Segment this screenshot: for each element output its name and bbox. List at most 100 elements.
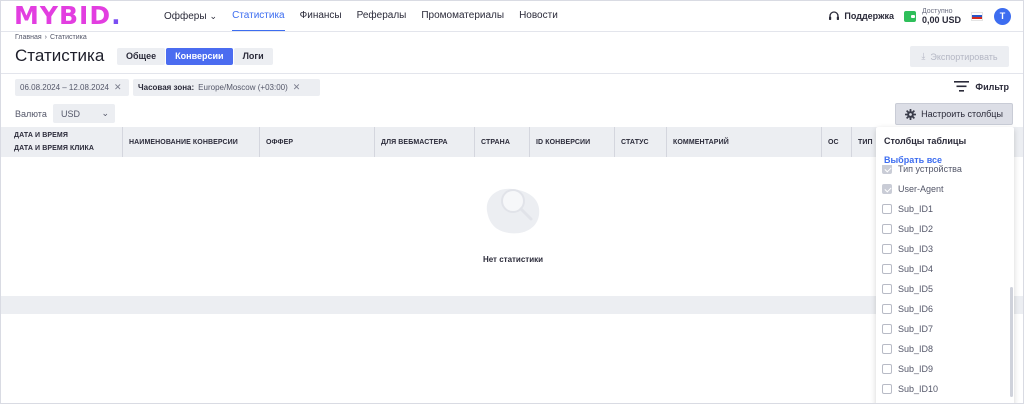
column-header-status[interactable]: СТАТУС xyxy=(615,127,667,157)
column-option-label: Sub_ID10 xyxy=(898,384,939,394)
headset-icon xyxy=(829,11,840,20)
checkbox[interactable] xyxy=(882,344,892,354)
checkbox[interactable] xyxy=(882,204,892,214)
date-range-value: 06.08.2024 – 12.08.2024 xyxy=(20,83,109,92)
column-header-comment[interactable]: КОММЕНТАРИЙ xyxy=(667,127,822,157)
checkbox[interactable] xyxy=(882,304,892,314)
column-header-label: ОФФЕР xyxy=(266,138,294,146)
column-header-label: НАИМЕНОВАНИЕ КОНВЕРСИИ xyxy=(129,138,238,146)
support-link[interactable]: Поддержка xyxy=(828,10,894,22)
column-option-sub-id6[interactable]: Sub_ID6 xyxy=(882,303,933,315)
checkbox[interactable] xyxy=(882,324,892,334)
column-header-for-webmaster[interactable]: ДЛЯ ВЕБМАСТЕРА xyxy=(375,127,475,157)
columns-dropdown: Столбцы таблицы Выбрать все Тип устройст… xyxy=(876,127,1014,403)
column-option-label: Sub_ID6 xyxy=(898,304,934,314)
timezone-value: Europe/Moscow (+03:00) xyxy=(198,83,288,92)
configure-columns-label: Настроить столбцы xyxy=(921,109,1003,119)
checkbox[interactable] xyxy=(882,364,892,374)
column-option-sub-id10[interactable]: Sub_ID10 xyxy=(882,383,938,395)
column-option-sub-id1[interactable]: Sub_ID1 xyxy=(882,203,933,215)
column-header-label: ТИП xyxy=(858,138,873,146)
checkbox[interactable] xyxy=(882,244,892,254)
column-header-conversion-id[interactable]: ID КОНВЕРСИИ xyxy=(530,127,615,157)
column-option-label: Sub_ID9 xyxy=(898,364,934,374)
checkbox[interactable] xyxy=(882,184,892,194)
dropdown-scrollbar[interactable] xyxy=(1010,287,1013,397)
column-header-os[interactable]: ОС xyxy=(822,127,852,157)
user-avatar[interactable]: T xyxy=(994,7,1011,25)
nav-offers[interactable]: Офферы ⌄ xyxy=(164,1,217,31)
breadcrumb-current: Статистика xyxy=(50,34,87,41)
nav-offers-label: Офферы xyxy=(164,11,207,22)
top-navigation-bar: MYBID. Офферы ⌄ Статистика Финансы Рефера… xyxy=(1,1,1023,32)
chevron-down-icon: ⌄ xyxy=(101,108,109,118)
checkbox[interactable] xyxy=(882,165,892,174)
column-option-device-type[interactable]: Тип устройства xyxy=(882,165,962,175)
column-option-user-agent[interactable]: User-Agent xyxy=(882,183,944,195)
filter-button[interactable]: Фильтр xyxy=(954,81,1009,92)
column-header-datetime[interactable]: ДАТА И ВРЕМЯ ДАТА И ВРЕМЯ КЛИКА xyxy=(1,127,123,157)
currency-value: USD xyxy=(61,108,81,119)
export-button[interactable]: ⤓ Экспортировать xyxy=(910,46,1009,67)
nav-statistics[interactable]: Статистика xyxy=(232,1,285,32)
date-range-chip[interactable]: 06.08.2024 – 12.08.2024 ✕ xyxy=(15,79,129,96)
russian-flag-icon[interactable] xyxy=(971,11,983,21)
tab-general[interactable]: Общее xyxy=(117,48,166,65)
table-header: ДАТА И ВРЕМЯ ДАТА И ВРЕМЯ КЛИКА НАИМЕНОВ… xyxy=(1,127,1023,157)
column-option-sub-id9[interactable]: Sub_ID9 xyxy=(882,363,933,375)
wallet-icon xyxy=(903,10,916,22)
column-option-label: Sub_ID3 xyxy=(898,244,934,254)
column-option-label: Sub_ID5 xyxy=(898,284,934,294)
columns-dropdown-title: Столбцы таблицы xyxy=(884,136,967,146)
column-option-sub-id3[interactable]: Sub_ID3 xyxy=(882,243,933,255)
column-option-sub-id2[interactable]: Sub_ID2 xyxy=(882,223,933,235)
nav-promo-label: Промоматериалы xyxy=(421,10,505,21)
close-icon[interactable]: ✕ xyxy=(293,82,301,93)
configure-columns-button[interactable]: Настроить столбцы xyxy=(895,103,1013,125)
breadcrumb: Главная › Статистика xyxy=(15,34,87,41)
column-option-sub-id5[interactable]: Sub_ID5 xyxy=(882,283,933,295)
checkbox[interactable] xyxy=(882,224,892,234)
nav-news[interactable]: Новости xyxy=(519,1,558,31)
header-divider xyxy=(1,31,1023,32)
column-header-offer[interactable]: ОФФЕР xyxy=(260,127,375,157)
nav-referrals-label: Рефералы xyxy=(356,10,407,21)
select-all-link[interactable]: Выбрать все xyxy=(884,155,942,165)
checkbox[interactable] xyxy=(882,264,892,274)
tab-conversions[interactable]: Конверсии xyxy=(166,48,233,65)
nav-promo-materials[interactable]: Промоматериалы xyxy=(421,1,504,31)
stats-tabs: Общее Конверсии Логи xyxy=(117,48,274,65)
page-title: Статистика xyxy=(15,46,105,65)
column-header-conversion-name[interactable]: НАИМЕНОВАНИЕ КОНВЕРСИИ xyxy=(123,127,260,157)
timezone-chip[interactable]: Часовая зона: Europe/Moscow (+03:00) ✕ xyxy=(133,79,320,96)
column-option-sub-id4[interactable]: Sub_ID4 xyxy=(882,263,933,275)
close-icon[interactable]: ✕ xyxy=(114,82,122,93)
filter-label: Фильтр xyxy=(975,81,1009,92)
balance-text: Доступно 0,00 USD xyxy=(922,7,961,25)
column-option-sub-id8[interactable]: Sub_ID8 xyxy=(882,343,933,355)
columns-list: Тип устройства User-Agent Sub_ID1 Sub_ID… xyxy=(882,165,1008,403)
column-header-country[interactable]: СТРАНА xyxy=(475,127,530,157)
column-option-label: Sub_ID7 xyxy=(898,324,934,334)
column-header-datetime-label: ДАТА И ВРЕМЯ xyxy=(14,132,68,139)
download-icon: ⤓ xyxy=(921,51,926,61)
balance-widget[interactable]: Доступно 0,00 USD xyxy=(903,7,961,25)
checkbox[interactable] xyxy=(882,384,892,394)
column-header-label: СТАТУС xyxy=(621,138,649,146)
nav-finance[interactable]: Финансы xyxy=(300,1,342,31)
tab-logs[interactable]: Логи xyxy=(233,48,273,65)
currency-select[interactable]: USD ⌄ xyxy=(53,104,115,123)
nav-referrals[interactable]: Рефералы xyxy=(357,1,407,31)
column-option-label: User-Agent xyxy=(898,184,944,194)
chevron-right-icon: › xyxy=(44,34,47,41)
checkbox[interactable] xyxy=(882,284,892,294)
nav-statistics-label: Статистика xyxy=(232,10,285,21)
column-option-sub-id7[interactable]: Sub_ID7 xyxy=(882,323,933,335)
breadcrumb-home[interactable]: Главная xyxy=(15,34,42,41)
export-label: Экспортировать xyxy=(930,51,998,62)
main-nav: Офферы ⌄ Статистика Финансы Рефералы Пром… xyxy=(164,1,573,32)
mybid-logo[interactable]: MYBID. xyxy=(14,3,122,29)
currency-label: Валюта xyxy=(15,109,47,119)
column-option-label: Sub_ID8 xyxy=(898,344,934,354)
logo-dot: . xyxy=(111,1,122,30)
